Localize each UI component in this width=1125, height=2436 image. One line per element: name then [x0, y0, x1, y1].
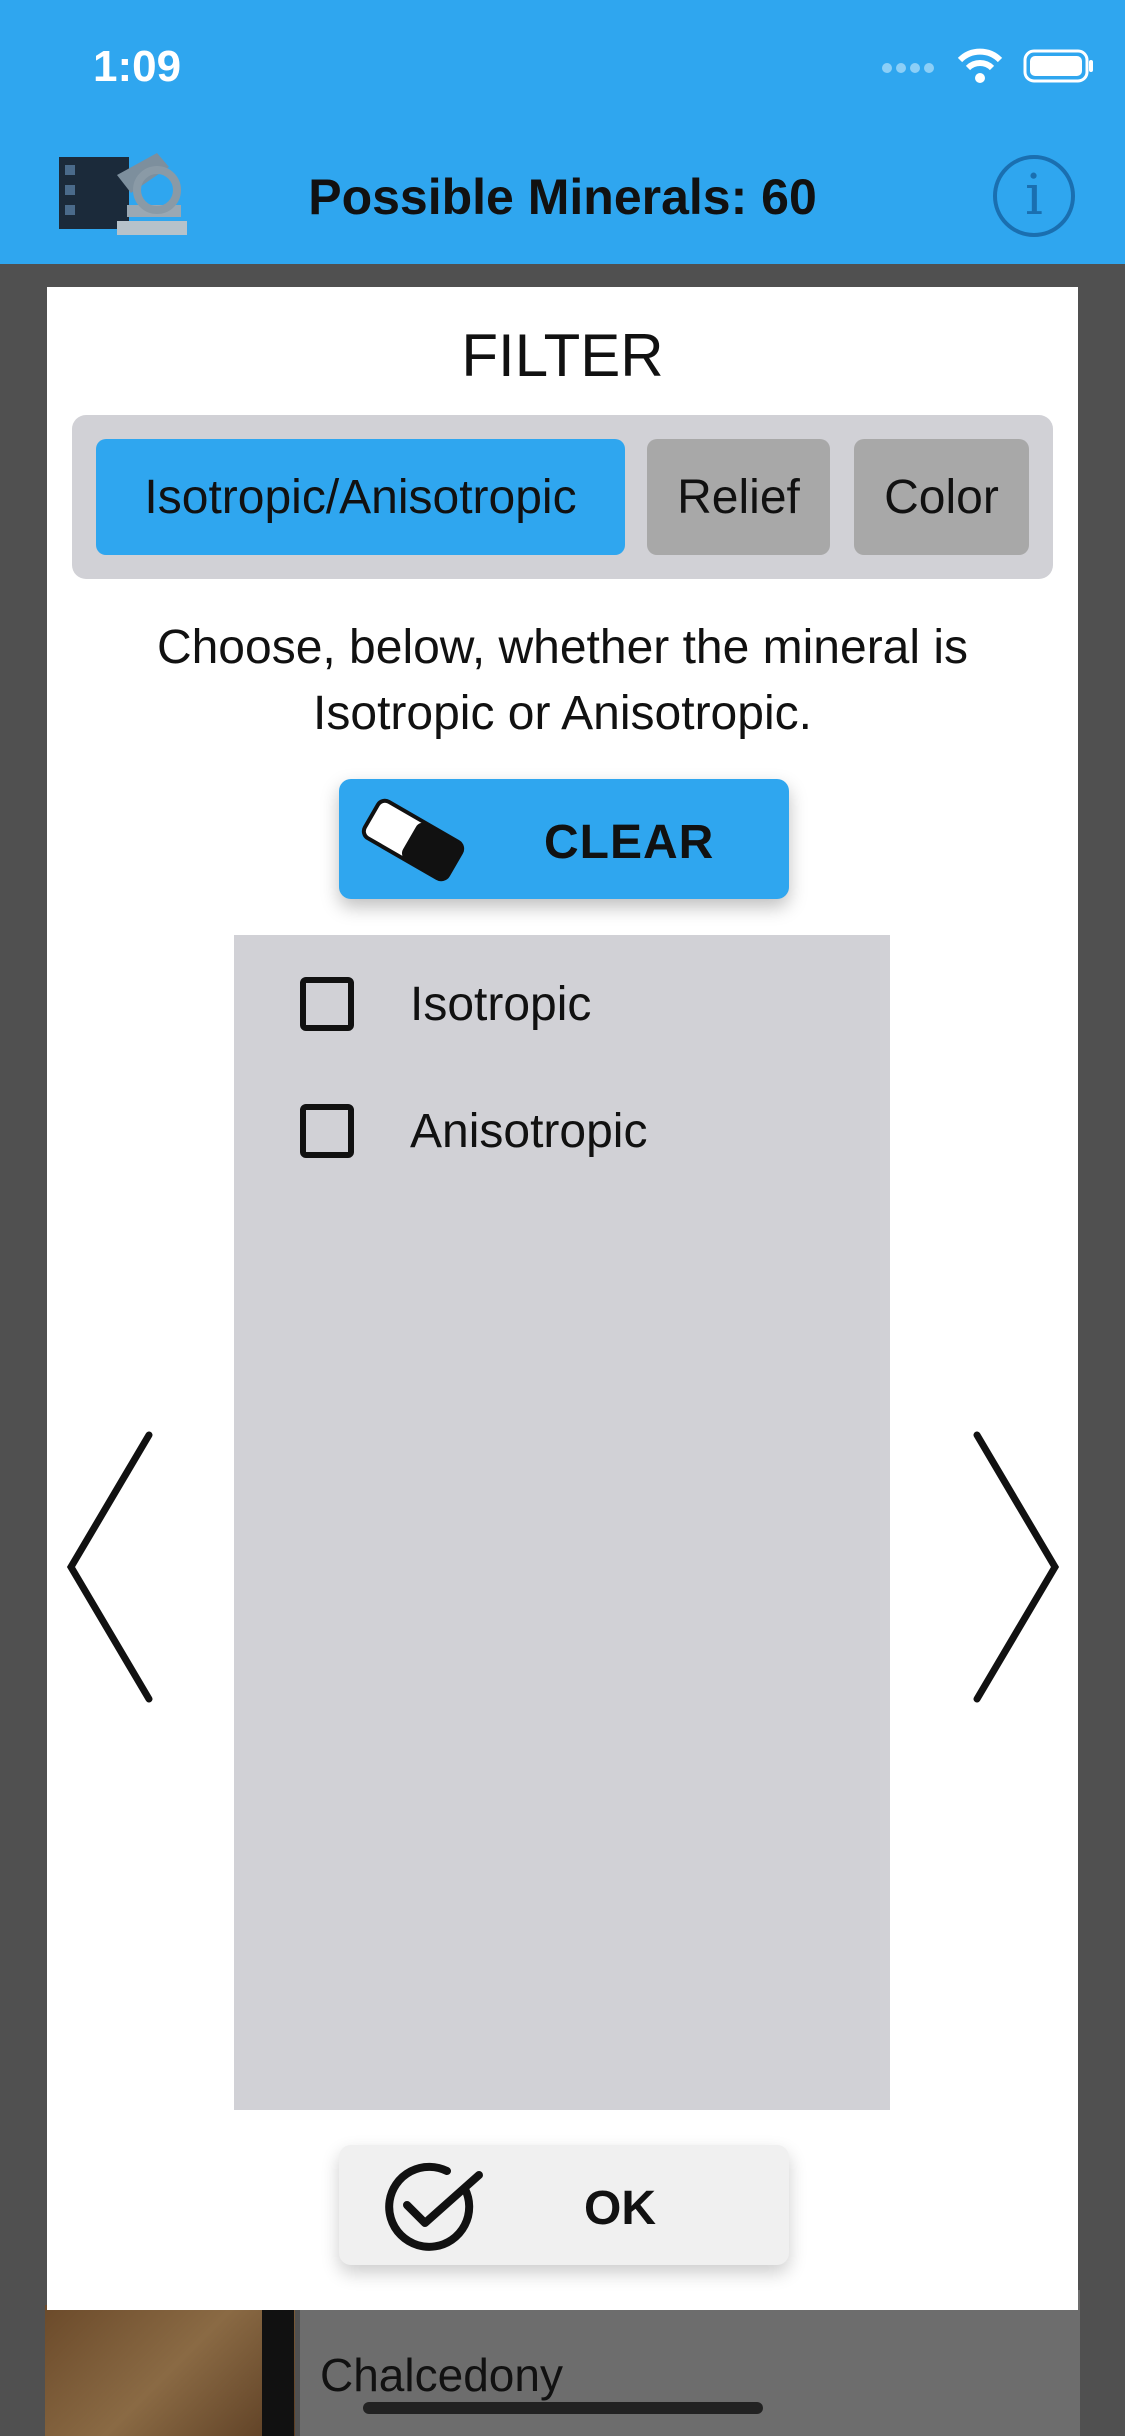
filter-instructions: Choose, below, whether the mineral is Is…: [156, 621, 969, 740]
clear-label: CLEAR: [544, 816, 715, 869]
eraser-icon: [361, 798, 465, 882]
mineral-thumbnail: [45, 2305, 295, 2436]
next-arrow-icon[interactable]: [967, 1427, 1067, 1707]
home-indicator: [363, 2402, 763, 2414]
tab-color[interactable]: Color: [854, 439, 1029, 555]
option-label: Isotropic: [410, 977, 592, 1031]
battery-icon: [1023, 49, 1093, 83]
clear-button[interactable]: CLEAR: [339, 779, 789, 899]
checkmark-circle-icon: [385, 2162, 483, 2251]
option-isotropic[interactable]: Isotropic: [300, 969, 591, 1039]
option-label: Anisotropic: [410, 1104, 648, 1158]
info-icon: i: [1025, 163, 1043, 228]
list-item-label: Chalcedony: [320, 2349, 563, 2401]
ok-button[interactable]: OK: [339, 2145, 789, 2265]
checkbox[interactable]: [300, 1104, 354, 1158]
nav-title: Possible Minerals: 60: [308, 169, 817, 225]
filter-tab-bar: Isotropic/Anisotropic Relief Color: [72, 415, 1053, 579]
wifi-icon: [957, 48, 1003, 83]
status-time: 1:09: [93, 42, 182, 91]
cellular-signal-icon: [882, 63, 934, 73]
film-strip-right: [262, 2305, 294, 2436]
navigation-bar: 1:09 Possible Minerals: 60 i: [0, 0, 1125, 264]
options-panel: Isotropic Anisotropic: [234, 935, 890, 2110]
previous-arrow-icon[interactable]: [59, 1427, 159, 1707]
option-anisotropic[interactable]: Anisotropic: [300, 1096, 647, 1166]
info-button[interactable]: i: [993, 155, 1075, 237]
tab-relief[interactable]: Relief: [647, 439, 830, 555]
ok-label: OK: [584, 2182, 656, 2235]
tab-isotropic-anisotropic[interactable]: Isotropic/Anisotropic: [96, 439, 625, 555]
checkbox[interactable]: [300, 977, 354, 1031]
filter-modal: FILTER Isotropic/Anisotropic Relief Colo…: [47, 287, 1078, 2310]
status-icons: [881, 48, 1095, 84]
modal-title: FILTER: [461, 322, 664, 389]
